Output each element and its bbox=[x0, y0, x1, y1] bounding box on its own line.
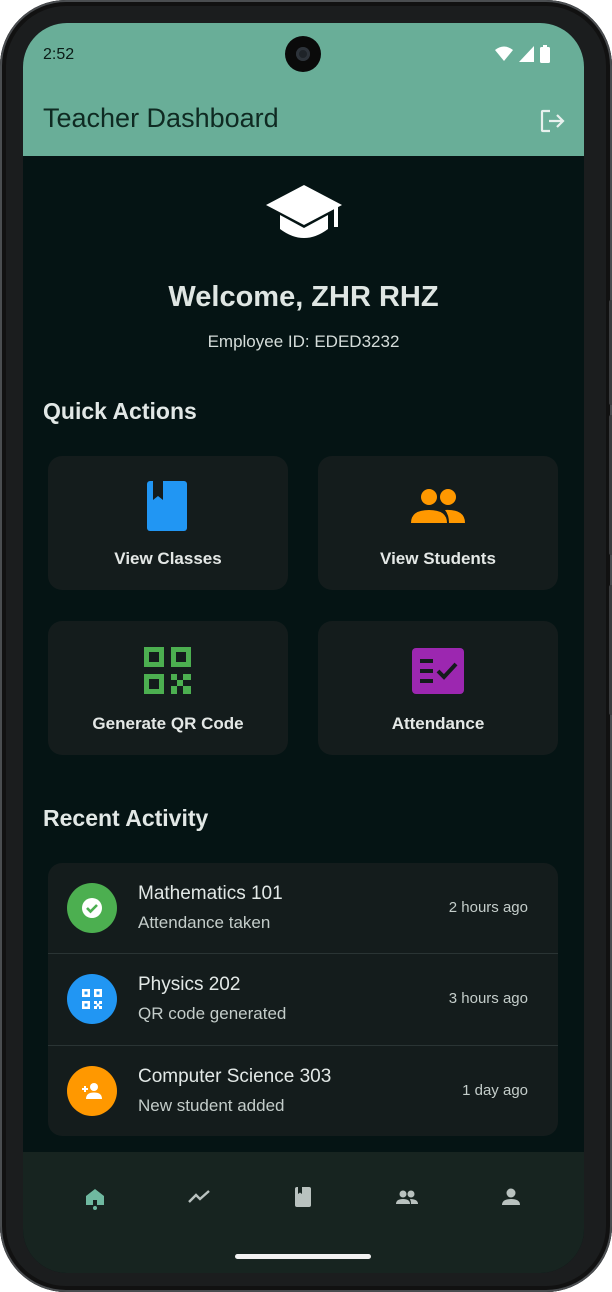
employee-id: Employee ID: EDED3232 bbox=[207, 332, 400, 351]
phone-frame: 2:52 Teacher Dashboard Welcome, ZHR RHZ … bbox=[0, 0, 612, 1292]
activity-time: 1 day ago bbox=[462, 1082, 528, 1099]
check-circle-icon bbox=[82, 898, 102, 918]
activity-item[interactable]: Mathematics 101 Attendance taken 2 hours… bbox=[48, 863, 558, 953]
qr-code-icon bbox=[144, 647, 191, 694]
activity-avatar bbox=[67, 974, 117, 1024]
activity-subtitle: New student added bbox=[138, 1096, 285, 1115]
view-students-card[interactable]: View Students bbox=[318, 456, 558, 590]
trending-icon[interactable] bbox=[186, 1184, 212, 1210]
qr-code-icon bbox=[82, 989, 102, 1009]
activity-title: Mathematics 101 bbox=[138, 883, 283, 904]
activity-title: Computer Science 303 bbox=[138, 1066, 332, 1087]
book-icon[interactable] bbox=[290, 1184, 316, 1210]
book-icon bbox=[147, 481, 187, 531]
view-classes-card[interactable]: View Classes bbox=[48, 456, 288, 590]
activity-title: Physics 202 bbox=[138, 974, 241, 995]
view-students-label: View Students bbox=[380, 549, 496, 568]
camera-cutout bbox=[285, 36, 321, 72]
active-indicator bbox=[93, 1206, 97, 1210]
attendance-card[interactable]: Attendance bbox=[318, 621, 558, 755]
recent-activity-heading: Recent Activity bbox=[43, 805, 209, 831]
person-add-icon bbox=[82, 1083, 102, 1099]
page-title: Teacher Dashboard bbox=[43, 103, 279, 133]
activity-list: Mathematics 101 Attendance taken 2 hours… bbox=[48, 863, 558, 1136]
graduation-cap-icon bbox=[266, 185, 342, 238]
status-bar: 2:52 bbox=[23, 23, 584, 87]
fact-check-icon bbox=[412, 648, 464, 694]
activity-subtitle: Attendance taken bbox=[138, 913, 271, 932]
activity-avatar bbox=[67, 1066, 117, 1116]
person-icon[interactable] bbox=[498, 1184, 524, 1210]
battery-icon bbox=[540, 45, 550, 63]
logout-icon[interactable] bbox=[538, 107, 566, 135]
welcome-heading: Welcome, ZHR RHZ bbox=[168, 281, 439, 313]
activity-time: 3 hours ago bbox=[448, 990, 528, 1007]
generate-qr-card[interactable]: Generate QR Code bbox=[48, 621, 288, 755]
activity-time: 2 hours ago bbox=[448, 899, 528, 916]
people-icon[interactable] bbox=[394, 1184, 420, 1210]
wifi-icon bbox=[495, 46, 513, 61]
activity-subtitle: QR code generated bbox=[138, 1004, 287, 1023]
activity-item[interactable]: Computer Science 303 New student added 1… bbox=[48, 1046, 558, 1136]
gesture-bar[interactable] bbox=[235, 1254, 371, 1259]
screen: 2:52 Teacher Dashboard Welcome, ZHR RHZ … bbox=[23, 23, 584, 1273]
attendance-label: Attendance bbox=[391, 714, 485, 733]
activity-item[interactable]: Physics 202 QR code generated 3 hours ag… bbox=[48, 954, 558, 1044]
status-time: 2:52 bbox=[43, 46, 75, 63]
people-icon bbox=[411, 489, 465, 523]
signal-icon bbox=[519, 46, 534, 62]
quick-actions-heading: Quick Actions bbox=[43, 398, 197, 424]
generate-qr-label: Generate QR Code bbox=[92, 714, 244, 733]
app-bar: 2:52 Teacher Dashboard bbox=[23, 23, 584, 156]
view-classes-label: View Classes bbox=[114, 549, 222, 568]
activity-avatar bbox=[67, 883, 117, 933]
status-icons bbox=[495, 45, 550, 63]
